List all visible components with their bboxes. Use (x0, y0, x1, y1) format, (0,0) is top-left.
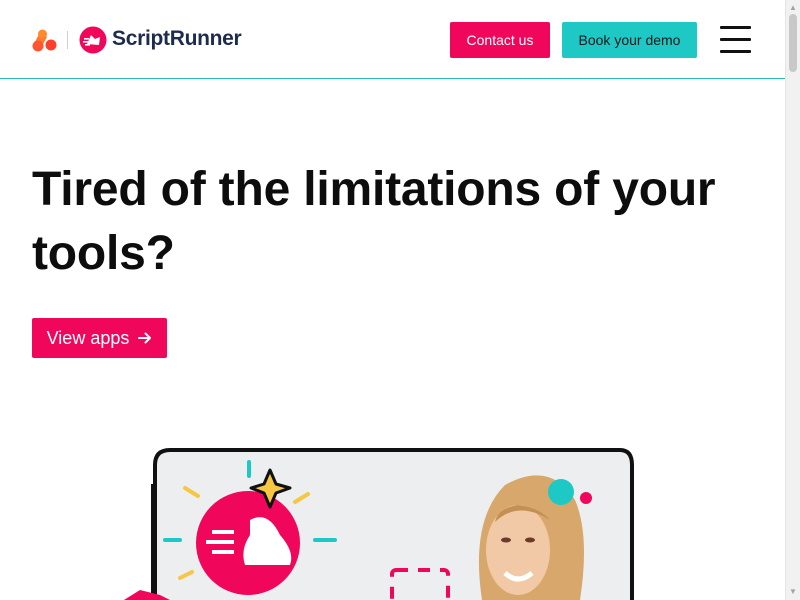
arrow-right-icon (138, 332, 152, 344)
hero-illustration (110, 440, 670, 600)
scrollbar-thumb[interactable] (789, 14, 797, 72)
teal-dot (548, 479, 574, 505)
contact-us-button[interactable]: Contact us (450, 22, 550, 58)
adaptavist-logo-icon[interactable] (32, 28, 58, 52)
hamburger-menu-icon[interactable] (720, 26, 751, 54)
view-apps-label: View apps (46, 327, 130, 348)
site-header: ScriptRunner Contact us Book your demo (0, 0, 785, 79)
book-demo-button[interactable]: Book your demo (562, 22, 697, 58)
page-scrollbar[interactable]: ▲ ▼ (785, 0, 800, 600)
menu-line (720, 50, 751, 53)
device-side-bezel (151, 484, 157, 600)
scriptrunner-logo-icon[interactable] (79, 26, 107, 54)
pink-dot (580, 492, 592, 504)
view-apps-button[interactable]: View apps (32, 318, 167, 358)
scroll-up-arrow-icon[interactable]: ▲ (789, 4, 797, 12)
menu-line (720, 26, 751, 29)
logo-divider (67, 31, 68, 49)
scroll-down-arrow-icon[interactable]: ▼ (789, 588, 797, 596)
hero-title: Tired of the limitations of your tools? (32, 163, 716, 280)
menu-line (720, 38, 751, 41)
scriptrunner-wordmark[interactable]: ScriptRunner (112, 27, 242, 51)
